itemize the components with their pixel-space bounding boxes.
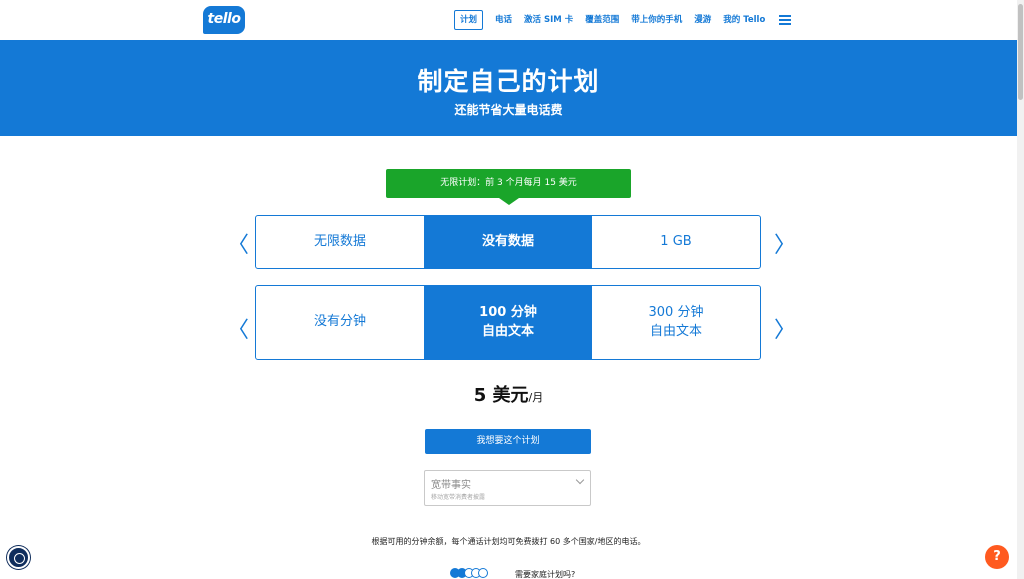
hamburger-menu-icon[interactable]: [779, 15, 792, 25]
promo-banner: 无限计划：前 3 个月每月 15 美元: [386, 169, 631, 198]
chevron-down-icon: [575, 475, 585, 485]
minutes-option-label: 300 分钟: [648, 304, 704, 320]
nav-plans[interactable]: 计划: [454, 10, 484, 30]
nav-bring-phone[interactable]: 带上你的手机: [631, 10, 682, 30]
plan-price: 5 美元/月: [0, 381, 1017, 407]
help-chat-icon[interactable]: ?: [985, 545, 1009, 569]
hero-banner: 制定自己的计划 还能节省大量电话费: [0, 40, 1017, 136]
broadband-facts-subtitle: 移动宽带消费者披露: [431, 494, 486, 501]
minutes-option-none[interactable]: 没有分钟: [256, 286, 424, 359]
nav-roaming[interactable]: 漫游: [694, 10, 711, 30]
data-option-no-data[interactable]: 没有数据: [424, 216, 592, 268]
data-option-label: 无限数据: [313, 233, 366, 249]
page-scrollbar[interactable]: [1017, 0, 1024, 579]
data-option-label: 没有数据: [481, 233, 534, 249]
accessibility-icon[interactable]: [7, 546, 30, 569]
nav-activate-sim[interactable]: 激活 SIM 卡: [524, 10, 573, 30]
main-nav: 计划 电话 激活 SIM 卡 覆盖范围 带上你的手机 漫游 我的 Tello: [454, 9, 792, 31]
minutes-option-label: 没有分钟: [313, 314, 366, 330]
international-calls-note: 根据可用的分钟余额，每个通话计划均可免费拨打 60 多个国家/地区的电话。: [371, 537, 646, 546]
minutes-option-text-label: 自由文本: [649, 323, 702, 339]
family-plan-link[interactable]: 需要家庭计划吗?: [515, 569, 575, 579]
minutes-next-arrow-icon[interactable]: 〉: [774, 312, 796, 344]
family-plan-icon: [450, 568, 488, 578]
minutes-option-text-label: 自由文本: [481, 323, 534, 339]
data-option-label: 1 GB: [660, 233, 692, 249]
data-prev-arrow-icon[interactable]: 〈: [227, 227, 249, 259]
price-amount: 5 美元: [473, 385, 529, 406]
minutes-option-label: 100 分钟: [479, 304, 537, 320]
broadband-facts-title: 宽带事实: [431, 480, 471, 491]
top-header: tello 计划 电话 激活 SIM 卡 覆盖范围 带上你的手机 漫游 我的 T…: [0, 0, 1017, 40]
tello-logo[interactable]: tello: [203, 6, 245, 34]
data-option-1gb[interactable]: 1 GB: [592, 216, 760, 268]
nav-phones[interactable]: 电话: [495, 10, 512, 30]
scrollbar-thumb[interactable]: [1018, 4, 1023, 100]
data-next-arrow-icon[interactable]: 〉: [774, 227, 796, 259]
data-selector: 无限数据 没有数据 1 GB: [255, 215, 761, 269]
nav-coverage[interactable]: 覆盖范围: [585, 10, 619, 30]
data-option-unlimited[interactable]: 无限数据: [256, 216, 424, 268]
minutes-selector: 没有分钟 100 分钟 自由文本 300 分钟 自由文本: [255, 285, 761, 360]
broadband-facts-dropdown[interactable]: 宽带事实 移动宽带消费者披露: [424, 470, 591, 506]
promo-pointer: [499, 198, 519, 205]
want-plan-button[interactable]: 我想要这个计划: [425, 429, 591, 454]
minutes-option-100[interactable]: 100 分钟 自由文本: [424, 286, 592, 359]
page-title: 制定自己的计划: [417, 67, 600, 96]
minutes-option-300[interactable]: 300 分钟 自由文本: [592, 286, 760, 359]
minutes-prev-arrow-icon[interactable]: 〈: [227, 312, 249, 344]
price-period: /月: [528, 391, 544, 404]
nav-my-tello[interactable]: 我的 Tello: [723, 10, 765, 30]
page-subtitle: 还能节省大量电话费: [454, 103, 563, 117]
